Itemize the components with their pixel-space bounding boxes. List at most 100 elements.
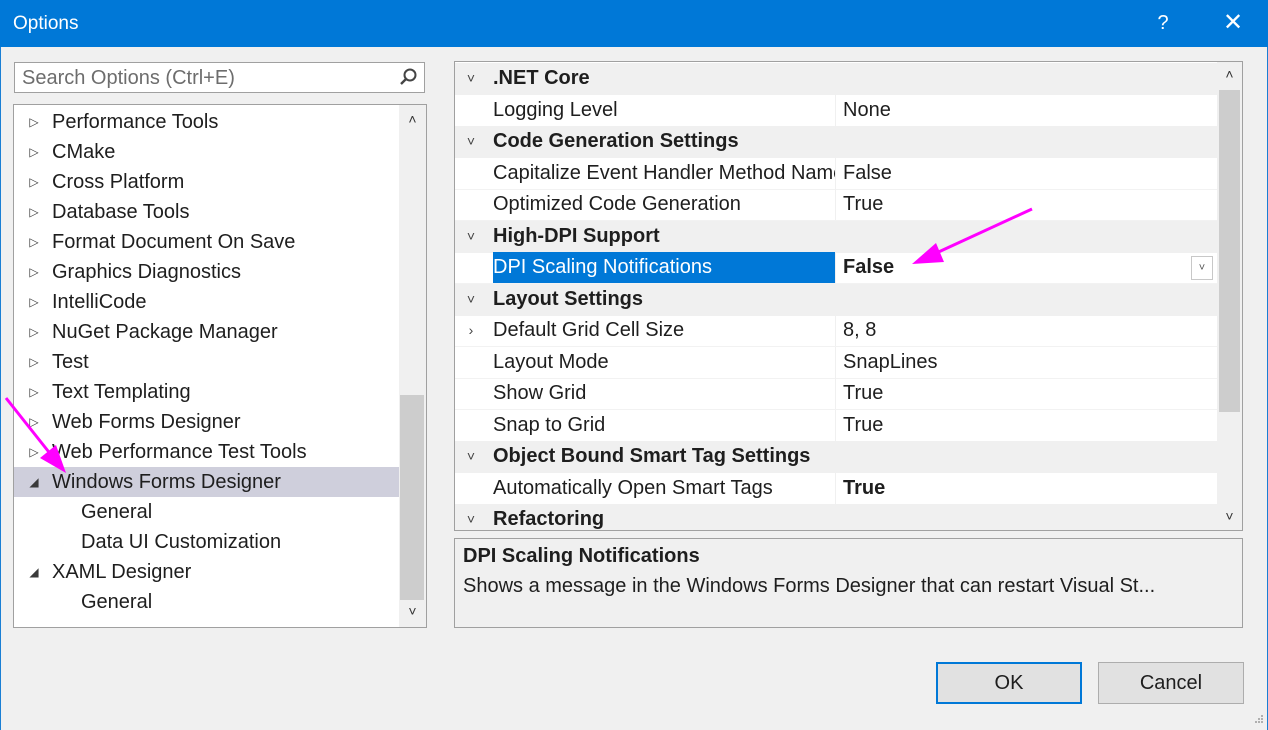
property-category[interactable]: ˅ Code Generation Settings	[455, 126, 1217, 158]
category-label: Object Bound Smart Tag Settings	[493, 445, 811, 467]
tree-item-label: Data UI Customization	[81, 531, 282, 553]
expand-icon[interactable]: ▷	[26, 437, 42, 467]
property-row[interactable]: Automatically Open Smart Tags True	[455, 472, 1217, 505]
tree-item[interactable]: ▷ Format Document On Save	[14, 227, 399, 257]
tree-item[interactable]: General	[14, 587, 399, 617]
collapse-icon[interactable]: ˅	[463, 126, 479, 157]
tree-item[interactable]: ▷ Cross Platform	[14, 167, 399, 197]
tree-scrollbar[interactable]: ˄ ˅	[399, 105, 426, 627]
property-category[interactable]: ˅ Refactoring	[455, 504, 1217, 530]
search-icon	[400, 68, 417, 85]
tree-item[interactable]: ▷ Performance Tools	[14, 107, 399, 137]
tree-item-label: IntelliCode	[52, 291, 147, 313]
ok-button[interactable]: OK	[936, 662, 1082, 704]
search-input[interactable]: Search Options (Ctrl+E)	[14, 62, 425, 93]
property-value[interactable]: True	[835, 378, 1217, 409]
property-value[interactable]: True	[835, 472, 1217, 504]
tree-item-label: Web Performance Test Tools	[52, 441, 307, 463]
category-label: Code Generation Settings	[493, 130, 739, 152]
property-category[interactable]: ˅ .NET Core	[455, 63, 1217, 95]
tree-item-label: Windows Forms Designer	[52, 471, 281, 493]
tree-scroll-thumb[interactable]	[400, 395, 424, 600]
property-value[interactable]: SnapLines	[835, 346, 1217, 378]
property-grid[interactable]: ˅ .NET Core Logging Level None ˅ Code Generat…	[454, 61, 1243, 531]
property-value[interactable]: False	[835, 157, 1217, 189]
tree-item[interactable]: ▷ Database Tools	[14, 197, 399, 227]
expand-icon[interactable]: ▷	[26, 137, 42, 167]
expand-icon[interactable]: ›	[463, 315, 479, 346]
tree-item[interactable]: ▷ CMake	[14, 137, 399, 167]
tree-item-label: Performance Tools	[52, 111, 219, 133]
collapse-icon[interactable]: ˅	[463, 504, 479, 530]
property-value[interactable]: False	[835, 252, 1217, 283]
description-text: Shows a message in the Windows Forms Des…	[463, 575, 1156, 597]
expand-icon[interactable]: ▷	[26, 377, 42, 407]
collapse-icon[interactable]: ◢	[26, 467, 42, 497]
expand-icon[interactable]: ▷	[26, 317, 42, 347]
property-name: Snap to Grid	[493, 413, 606, 436]
expand-icon[interactable]: ▷	[26, 227, 42, 257]
expand-icon[interactable]: ▷	[26, 197, 42, 227]
tree-item[interactable]: ▷ Test	[14, 347, 399, 377]
collapse-icon[interactable]: ˅	[463, 284, 479, 315]
close-button[interactable]: ✕	[1217, 8, 1249, 38]
tree-item-label: General	[81, 591, 153, 613]
tree-item[interactable]: ◢ XAML Designer	[14, 557, 399, 587]
property-row[interactable]: Show Grid True	[455, 378, 1217, 410]
collapse-icon[interactable]: ˅	[463, 441, 479, 472]
property-row[interactable]: DPI Scaling Notifications False ˅	[455, 252, 1217, 284]
property-value[interactable]: 8, 8	[835, 315, 1217, 346]
search-placeholder: Search Options (Ctrl+E)	[22, 67, 235, 89]
scroll-up-icon[interactable]: ˄	[399, 111, 426, 127]
property-row[interactable]: Logging Level None	[455, 94, 1217, 127]
property-row[interactable]: Capitalize Event Handler Method Name Fals…	[455, 157, 1217, 190]
property-value[interactable]: None	[835, 94, 1217, 126]
scroll-down-icon[interactable]: ˅	[399, 603, 426, 619]
tree-item[interactable]: General	[14, 497, 399, 527]
tree-item[interactable]: ▷ Text Templating	[14, 377, 399, 407]
property-name: Logging Level	[493, 98, 618, 121]
description-title: DPI Scaling Notifications	[463, 545, 700, 567]
expand-icon[interactable]: ▷	[26, 107, 42, 137]
tree-item[interactable]: ▷ Web Performance Test Tools	[14, 437, 399, 467]
description-panel: DPI Scaling Notifications Shows a messag…	[454, 538, 1243, 628]
scroll-down-icon[interactable]: ˅	[1217, 508, 1242, 524]
title-bar: Options ? ✕	[0, 0, 1268, 47]
window-border-left	[0, 47, 1, 730]
cancel-button[interactable]: Cancel	[1098, 662, 1244, 704]
property-row[interactable]: › Default Grid Cell Size 8, 8	[455, 315, 1217, 347]
tree-item[interactable]: ▷ NuGet Package Manager	[14, 317, 399, 347]
expand-icon[interactable]: ▷	[26, 407, 42, 437]
tree-item-label: XAML Designer	[52, 561, 192, 583]
property-category[interactable]: ˅ High-DPI Support	[455, 220, 1217, 253]
tree-item[interactable]: ▷ Web Forms Designer	[14, 407, 399, 437]
property-row[interactable]: Optimized Code Generation True	[455, 189, 1217, 221]
tree-item[interactable]: Data UI Customization	[14, 527, 399, 557]
grid-scrollbar[interactable]: ˄ ˅	[1217, 62, 1242, 530]
collapse-icon[interactable]: ˅	[463, 221, 479, 252]
dropdown-button[interactable]: ˅	[1191, 256, 1213, 280]
expand-icon[interactable]: ▷	[26, 167, 42, 197]
property-row[interactable]: Layout Mode SnapLines	[455, 346, 1217, 379]
help-button[interactable]: ?	[1150, 8, 1176, 38]
scroll-up-icon[interactable]: ˄	[1217, 66, 1242, 82]
resize-grip-icon[interactable]	[1252, 714, 1264, 726]
property-category[interactable]: ˅ Object Bound Smart Tag Settings	[455, 441, 1217, 473]
tree-item-label: Cross Platform	[52, 171, 185, 193]
tree-item[interactable]: ▷ Graphics Diagnostics	[14, 257, 399, 287]
expand-icon[interactable]: ▷	[26, 287, 42, 317]
property-value[interactable]: True	[835, 409, 1217, 441]
expand-icon[interactable]: ▷	[26, 347, 42, 377]
options-tree[interactable]: ▷ Performance Tools ▷ CMake ▷ Cross Platform ▷…	[13, 104, 427, 628]
expand-icon[interactable]: ▷	[26, 257, 42, 287]
collapse-icon[interactable]: ◢	[26, 557, 42, 587]
property-value[interactable]: True	[835, 189, 1217, 220]
tree-item[interactable]: ▷ IntelliCode	[14, 287, 399, 317]
category-label: .NET Core	[493, 67, 590, 89]
property-row[interactable]: Snap to Grid True	[455, 409, 1217, 442]
tree-item[interactable]: ◢ Windows Forms Designer	[14, 467, 399, 497]
collapse-icon[interactable]: ˅	[463, 63, 479, 94]
grid-scroll-thumb[interactable]	[1219, 90, 1240, 412]
property-name: Default Grid Cell Size	[493, 319, 685, 341]
property-category[interactable]: ˅ Layout Settings	[455, 283, 1217, 316]
